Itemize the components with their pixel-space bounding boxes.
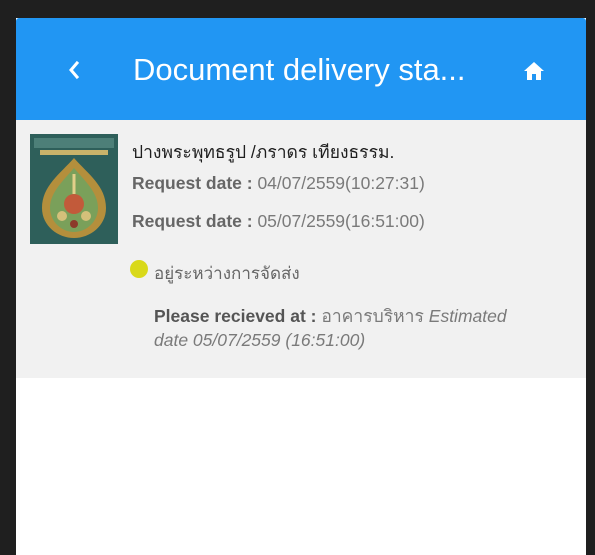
home-icon <box>524 62 544 80</box>
pickup-info: Please recieved at : อาคารบริหาร Estimat… <box>154 304 574 352</box>
chevron-left-icon <box>69 60 80 80</box>
request-date-label: Request date : <box>132 173 253 193</box>
estimated-prefix: Estimated <box>428 306 507 326</box>
device-bezel-top <box>0 0 595 18</box>
home-button[interactable] <box>510 50 558 92</box>
delivery-list: ปางพระพุทธรูป /ภราดร เทียงธรรม. Request … <box>16 120 586 378</box>
list-item[interactable]: ปางพระพุทธรูป /ภราดร เทียงธรรม. Request … <box>16 120 586 378</box>
app-bar: Document delivery sta... <box>16 18 586 120</box>
estimated-date: date 05/07/2559 (16:51:00) <box>154 330 366 350</box>
status-text: อยู่ระหว่างการจัดส่ง <box>154 264 300 283</box>
request-date-value: 04/07/2559(10:27:31) <box>257 173 425 193</box>
device-frame: Document delivery sta... ปางพระพุทธรูป /… <box>0 0 595 555</box>
status-dot-icon <box>130 260 148 278</box>
device-bezel-left <box>0 0 16 555</box>
request-date-value: 05/07/2559(16:51:00) <box>257 211 425 231</box>
device-bezel-right <box>586 0 595 555</box>
pickup-label: Please recieved at : <box>154 306 317 326</box>
request-date-row: Request date : 04/07/2559(10:27:31) <box>132 173 425 194</box>
request-date-label: Request date : <box>132 211 253 231</box>
pickup-location: อาคารบริหาร <box>321 306 424 326</box>
back-button[interactable] <box>54 48 94 92</box>
page-title: Document delivery sta... <box>133 52 466 87</box>
book-cover-thumbnail <box>30 134 118 244</box>
item-title: ปางพระพุทธรูป /ภราดร เทียงธรรม. <box>132 142 395 162</box>
app-screen: Document delivery sta... ปางพระพุทธรูป /… <box>16 18 586 555</box>
request-date-row: Request date : 05/07/2559(16:51:00) <box>132 211 425 232</box>
